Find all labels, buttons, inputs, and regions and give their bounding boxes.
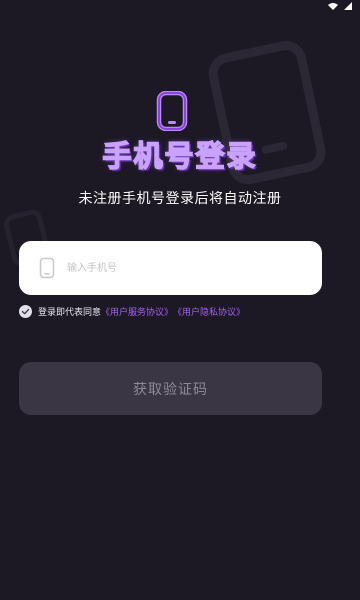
check-icon	[21, 308, 30, 314]
phone-icon	[156, 91, 188, 131]
signal-icon	[344, 2, 352, 10]
page-title: 手机号登录	[102, 138, 258, 174]
get-verification-code-button[interactable]: 获取验证码	[19, 362, 322, 415]
wifi-icon	[328, 3, 338, 10]
phone-input-container	[19, 241, 322, 295]
user-agreement-link[interactable]: 《用户服务协议》	[101, 305, 173, 318]
agreement-text: 登录即代表同意	[38, 307, 102, 318]
agreement-row: 登录即代表同意 《用户服务协议》 《用户隐私协议》	[19, 303, 245, 319]
login-screen: 手机号登录 未注册手机号登录后将自动注册 登录即代表同意 《用户服务协议》 《用…	[0, 0, 360, 600]
privacy-policy-link[interactable]: 《用户隐私协议》	[173, 305, 245, 318]
status-icons	[328, 2, 352, 10]
status-bar	[0, 0, 360, 14]
phone-icon	[39, 257, 55, 279]
subtitle: 未注册手机号登录后将自动注册	[78, 191, 282, 207]
agreement-checkbox[interactable]	[19, 304, 32, 318]
phone-number-input[interactable]	[65, 252, 299, 284]
